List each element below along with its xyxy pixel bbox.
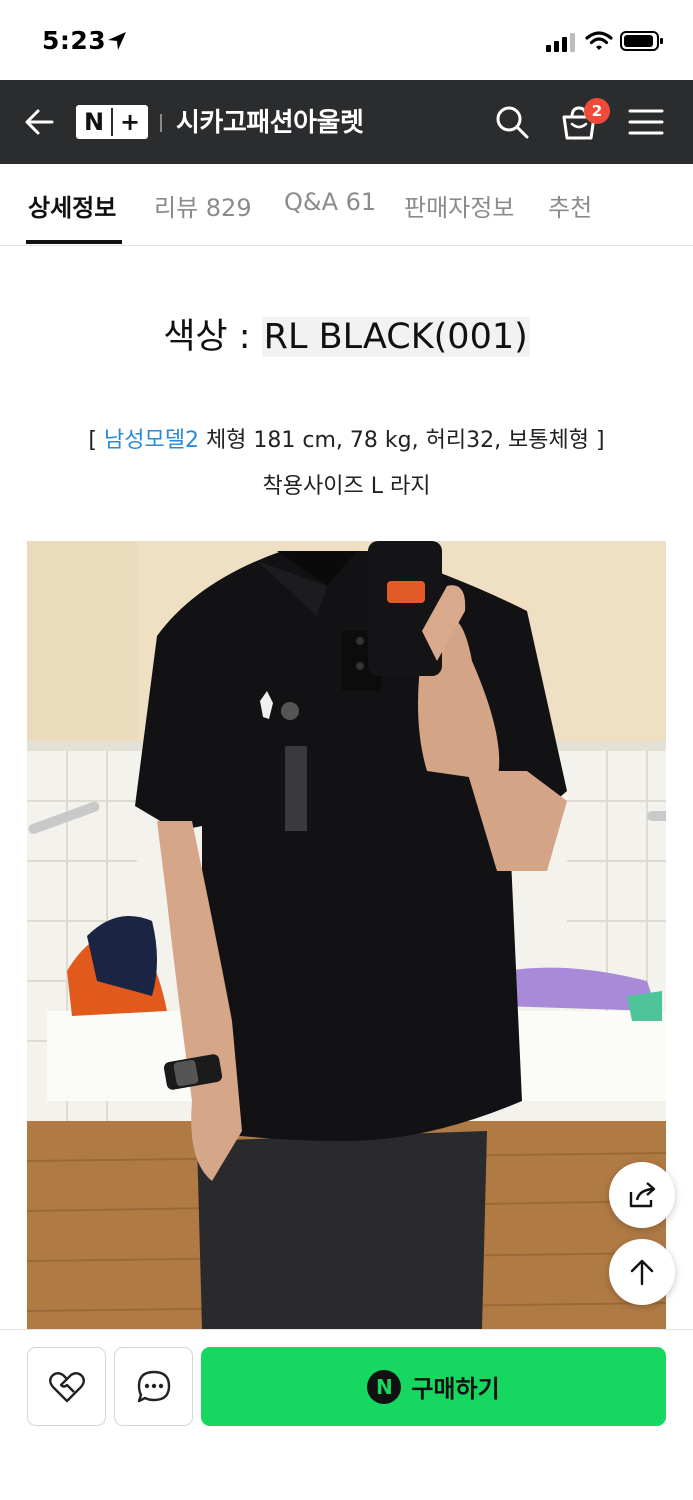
- model-info: [ 남성모델2 체형 181 cm, 78 kg, 허리32, 보통체형 ]: [0, 422, 693, 454]
- share-button[interactable]: [609, 1162, 675, 1228]
- status-bar: 5:23: [0, 0, 693, 80]
- tab-reviews[interactable]: 리뷰 829: [154, 188, 252, 223]
- arrow-up-icon: [630, 1259, 654, 1286]
- talk-talk-button[interactable]: [114, 1347, 193, 1426]
- product-photo: [27, 541, 666, 1329]
- naver-pay-icon: N: [367, 1369, 402, 1404]
- size-worn: 착용사이즈 L 라지: [262, 474, 431, 499]
- tab-detail-info[interactable]: 상세정보: [28, 188, 116, 223]
- color-label: 색상 :: [163, 317, 262, 357]
- product-tab-bar: 상세정보 리뷰 829 Q&A 61 판매자정보 추천: [0, 164, 693, 246]
- logo-n: N: [83, 108, 105, 136]
- header-divider: [160, 114, 162, 132]
- cellular-signal-icon: [546, 33, 575, 52]
- scroll-to-top-button[interactable]: [609, 1239, 675, 1305]
- store-name[interactable]: 시카고패션아울렛: [176, 102, 364, 139]
- share-icon: [629, 1182, 656, 1208]
- color-info: 색상 : RL BLACK(001): [0, 308, 693, 359]
- bottom-action-bar: N 구매하기: [0, 1329, 693, 1500]
- heart-icon: [49, 1372, 85, 1403]
- model-name: 남성모델2: [103, 428, 199, 453]
- tab-recommend[interactable]: 추천: [548, 188, 592, 223]
- wifi-icon: [585, 31, 613, 50]
- wishlist-button[interactable]: [27, 1347, 106, 1426]
- tab-seller-info[interactable]: 판매자정보: [404, 188, 514, 223]
- back-arrow-icon[interactable]: [22, 104, 58, 140]
- search-icon[interactable]: [494, 104, 530, 140]
- location-arrow-icon: [108, 32, 126, 50]
- app-header: N + 시카고패션아울렛: [0, 80, 693, 164]
- active-tab-indicator: [26, 240, 122, 244]
- buy-button-label: 구매하기: [411, 1375, 500, 1403]
- hamburger-menu-icon[interactable]: [628, 108, 664, 136]
- cart-count-badge: 2: [584, 98, 610, 124]
- color-value: RL BLACK(001): [261, 317, 530, 357]
- chat-bubble-icon: [137, 1370, 171, 1403]
- logo-plus: +: [119, 108, 141, 136]
- model-body-spec: 체형 181 cm, 78 kg, 허리32, 보통체형 ]: [198, 428, 605, 453]
- tab-qna[interactable]: Q&A 61: [284, 188, 376, 216]
- buy-button[interactable]: N 구매하기: [201, 1347, 666, 1426]
- model-bracket-open: [: [88, 428, 104, 453]
- battery-icon: [620, 31, 663, 51]
- status-time: 5:23: [42, 26, 107, 55]
- naver-plus-logo[interactable]: N +: [76, 105, 148, 139]
- product-photo-illustration: [27, 541, 666, 1329]
